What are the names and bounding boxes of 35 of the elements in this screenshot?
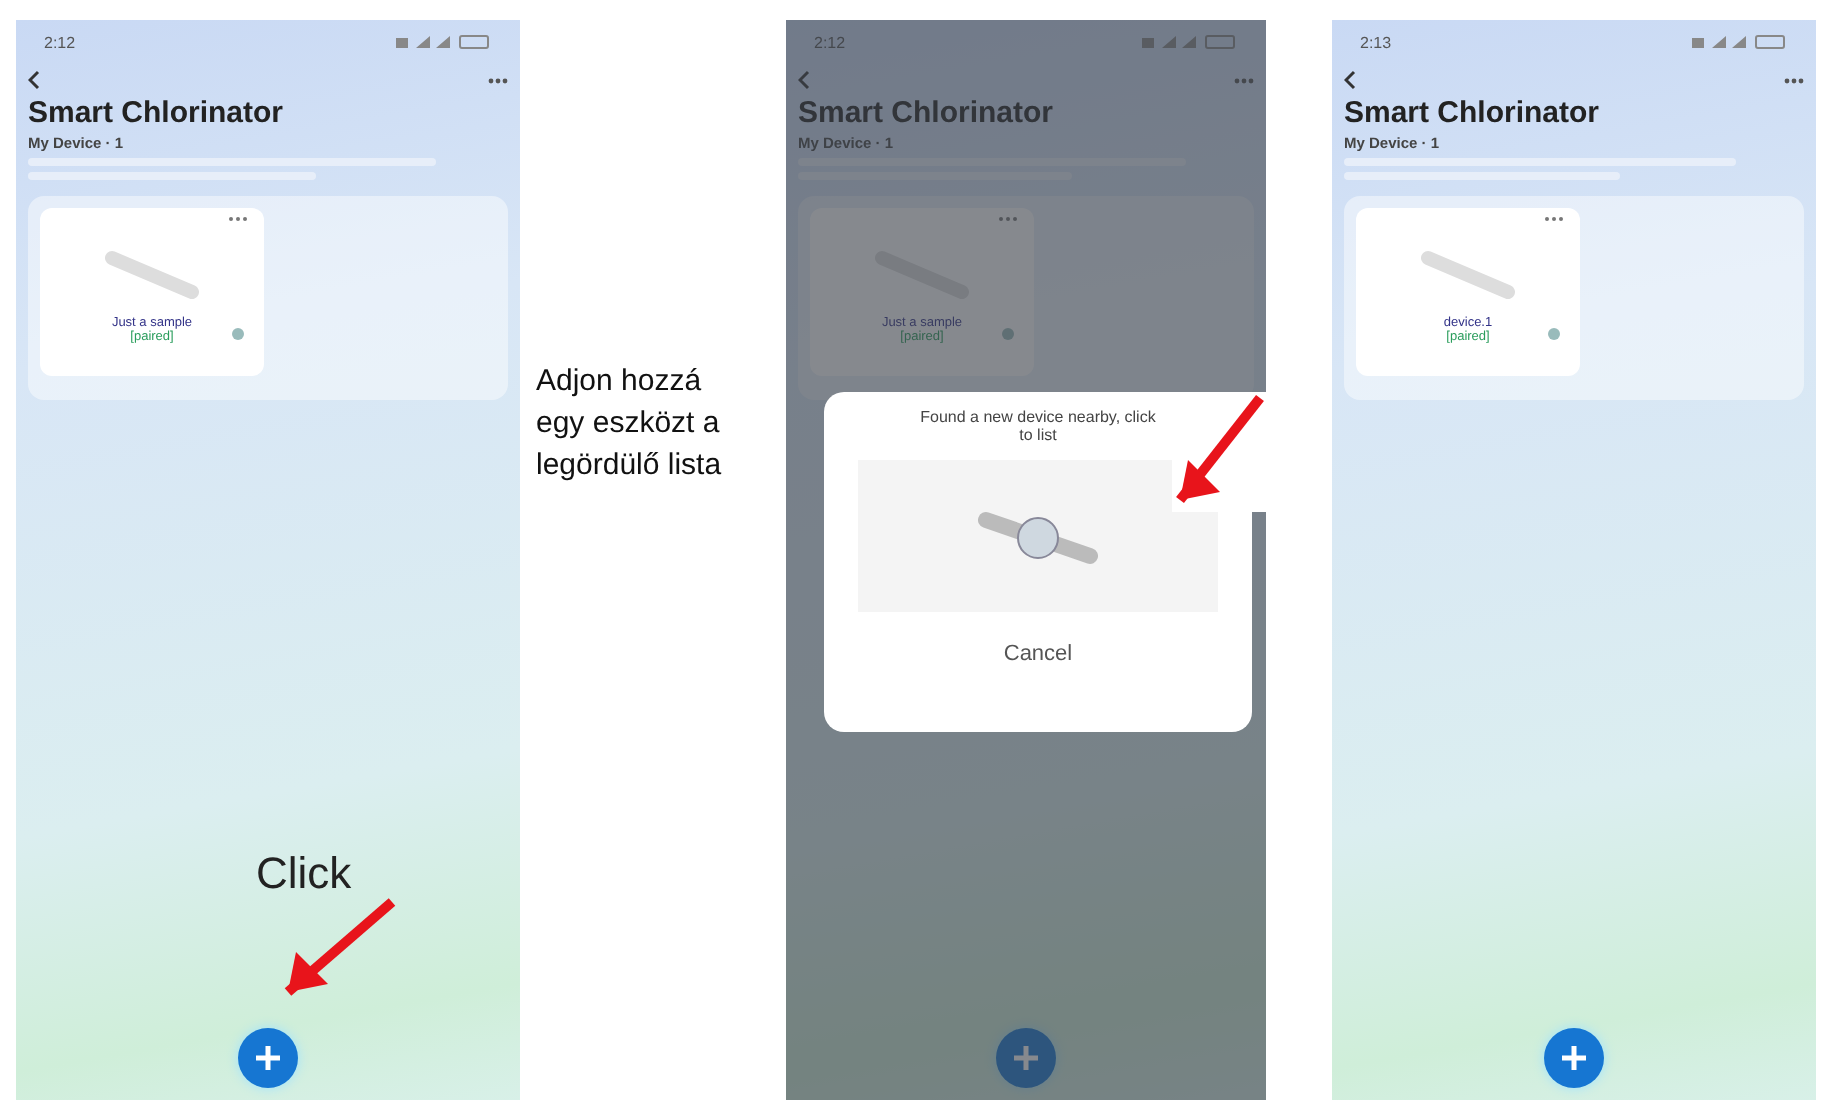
add-button[interactable] [238, 1028, 298, 1088]
page-title: Smart Chlorinator [1344, 96, 1602, 130]
status-time: 2:12 [44, 33, 76, 51]
page-title: Smart Chlorinator [798, 96, 1056, 130]
callout-text: Click [256, 848, 352, 900]
status-icons [1142, 34, 1238, 50]
plus-icon [1560, 1044, 1588, 1072]
arrow-icon [1176, 394, 1264, 504]
more-icon[interactable] [1234, 77, 1254, 83]
arrow-icon [284, 898, 396, 996]
more-icon[interactable] [1544, 216, 1564, 222]
dot-icon [232, 328, 244, 340]
status-time: 2:13 [1360, 33, 1392, 51]
page-title: Smart Chlorinator [28, 96, 286, 130]
device-icon [102, 248, 202, 304]
add-button[interactable] [996, 1028, 1056, 1088]
dialog-text: to list [1019, 426, 1057, 444]
device-icon [1418, 248, 1518, 304]
plus-icon [254, 1044, 282, 1072]
dot-icon [1548, 328, 1560, 340]
status-icons [1692, 34, 1788, 50]
status-icons [396, 34, 492, 50]
status-time: 2:12 [814, 33, 846, 51]
device-image[interactable] [858, 460, 1218, 612]
cancel-button[interactable]: Cancel [991, 640, 1085, 668]
add-button[interactable] [1544, 1028, 1604, 1088]
back-icon[interactable] [28, 70, 40, 90]
more-icon[interactable] [1784, 77, 1804, 83]
instruction-text: Adjon hozzá egy eszközt a legördülő lista [536, 362, 724, 486]
more-icon[interactable] [228, 216, 248, 222]
back-icon[interactable] [1344, 70, 1356, 90]
dialog-text: Found a new device nearby, click [920, 408, 1156, 426]
plus-icon [1012, 1044, 1040, 1072]
dot-icon [1002, 328, 1014, 340]
more-icon[interactable] [488, 77, 508, 83]
